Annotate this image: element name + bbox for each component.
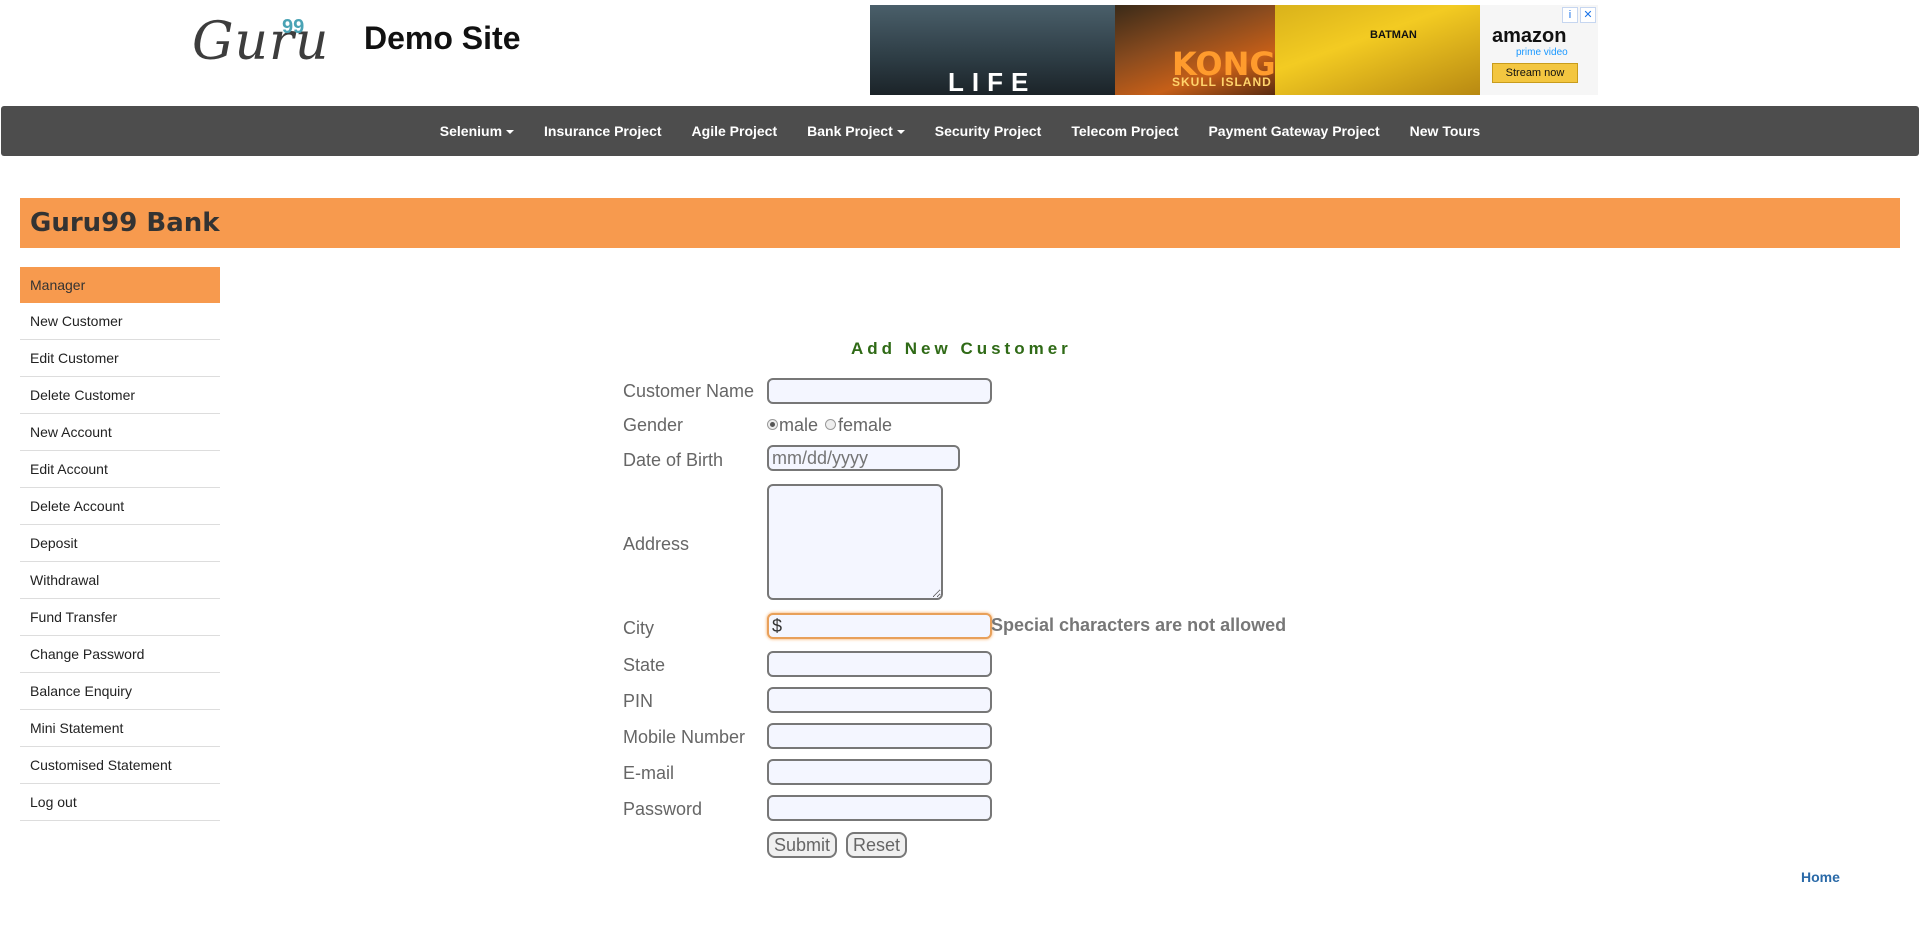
nav-item-new-tours[interactable]: New Tours: [1410, 123, 1481, 139]
email-label: E-mail: [623, 763, 675, 783]
ad-panel-batman[interactable]: [1275, 5, 1480, 95]
customer-name-input[interactable]: [767, 378, 992, 404]
address-label: Address: [623, 534, 690, 554]
ad-text-skull-island: SKULL ISLAND: [1172, 75, 1272, 89]
main-nav: Selenium Insurance Project Agile Project…: [1, 106, 1919, 156]
sidebar-item-mini-statement[interactable]: Mini Statement: [20, 710, 220, 747]
ad-text-life: LIFE: [948, 67, 1037, 95]
password-input[interactable]: [767, 795, 992, 821]
email-input[interactable]: [767, 759, 992, 785]
gender-male-label: male: [779, 415, 819, 435]
nav-label: Bank Project: [807, 123, 893, 139]
sidebar-item-withdrawal[interactable]: Withdrawal: [20, 562, 220, 599]
pin-input[interactable]: [767, 687, 992, 713]
nav-label: Telecom Project: [1071, 123, 1179, 139]
sidebar-item-new-customer[interactable]: New Customer: [20, 303, 220, 340]
nav-item-payment-gateway[interactable]: Payment Gateway Project: [1208, 123, 1379, 139]
ad-banner[interactable]: LIFE KONG SKULL ISLAND BATMAN amazon pri…: [870, 5, 1598, 95]
sidebar-item-delete-customer[interactable]: Delete Customer: [20, 377, 220, 414]
nav-item-insurance[interactable]: Insurance Project: [544, 123, 662, 139]
nav-label: New Tours: [1409, 123, 1481, 139]
form-title: Add New Customer: [851, 339, 1072, 358]
nav-label: Insurance Project: [544, 123, 662, 139]
sidebar-item-fund-transfer[interactable]: Fund Transfer: [20, 599, 220, 636]
dob-input[interactable]: [767, 445, 960, 471]
sidebar-item-new-account[interactable]: New Account: [20, 414, 220, 451]
ad-brand-sub: prime video: [1516, 47, 1568, 58]
nav-label: Agile Project: [691, 123, 778, 139]
ad-text-batman: BATMAN: [1370, 29, 1417, 41]
nav-label: Security Project: [934, 123, 1042, 139]
close-icon[interactable]: ✕: [1580, 7, 1596, 23]
nav-label: Payment Gateway Project: [1208, 123, 1380, 139]
city-input[interactable]: [767, 613, 992, 639]
gender-female-label: female: [838, 415, 893, 435]
state-input[interactable]: [767, 651, 992, 677]
home-link[interactable]: Home: [1801, 869, 1840, 885]
info-icon[interactable]: i: [1562, 7, 1578, 23]
ad-brand: amazon: [1492, 25, 1567, 47]
password-label: Password: [623, 799, 703, 819]
gender-female-radio[interactable]: [825, 419, 836, 430]
sidebar-item-manager[interactable]: Manager: [20, 267, 220, 303]
pin-label: PIN: [623, 691, 654, 711]
address-textarea[interactable]: [767, 484, 943, 600]
nav-item-bank[interactable]: Bank Project: [807, 123, 905, 139]
gender-male-radio[interactable]: [767, 419, 778, 430]
nav-label: Selenium: [439, 123, 503, 139]
sidebar-item-change-password[interactable]: Change Password: [20, 636, 220, 673]
site-title: Demo Site: [364, 20, 521, 56]
guru99-logo[interactable]: Guru 99: [192, 12, 329, 72]
city-error-message: Special characters are not allowed: [991, 615, 1287, 635]
sidebar-item-customised-statement[interactable]: Customised Statement: [20, 747, 220, 784]
nav-item-selenium[interactable]: Selenium: [439, 123, 515, 139]
sidebar-item-edit-customer[interactable]: Edit Customer: [20, 340, 220, 377]
reset-button[interactable]: Reset: [846, 832, 908, 858]
state-label: State: [623, 655, 666, 675]
chevron-down-icon: [506, 130, 515, 135]
mobile-label: Mobile Number: [623, 727, 746, 747]
mobile-input[interactable]: [767, 723, 992, 749]
sidebar-item-balance-enquiry[interactable]: Balance Enquiry: [20, 673, 220, 710]
logo-text: Guru: [192, 12, 330, 72]
ad-stream-button[interactable]: Stream now: [1492, 63, 1578, 83]
city-label: City: [623, 618, 654, 638]
logo-superscript: 99: [282, 16, 305, 38]
submit-button[interactable]: Submit: [767, 832, 838, 858]
sidebar-item-edit-account[interactable]: Edit Account: [20, 451, 220, 488]
sidebar-item-delete-account[interactable]: Delete Account: [20, 488, 220, 525]
bank-title: Guru99 Bank: [30, 208, 220, 238]
sidebar-menu: Manager New Customer Edit Customer Delet…: [20, 267, 220, 821]
sidebar-item-log-out[interactable]: Log out: [20, 784, 220, 821]
chevron-down-icon: [896, 130, 905, 135]
customer-name-label: Customer Name: [623, 381, 755, 401]
nav-item-security[interactable]: Security Project: [935, 123, 1042, 139]
nav-item-telecom[interactable]: Telecom Project: [1071, 123, 1178, 139]
bank-title-bar: Guru99 Bank: [20, 198, 1900, 248]
sidebar-item-deposit[interactable]: Deposit: [20, 525, 220, 562]
dob-label: Date of Birth: [623, 450, 724, 470]
nav-item-agile[interactable]: Agile Project: [692, 123, 778, 139]
gender-label: Gender: [623, 415, 684, 435]
